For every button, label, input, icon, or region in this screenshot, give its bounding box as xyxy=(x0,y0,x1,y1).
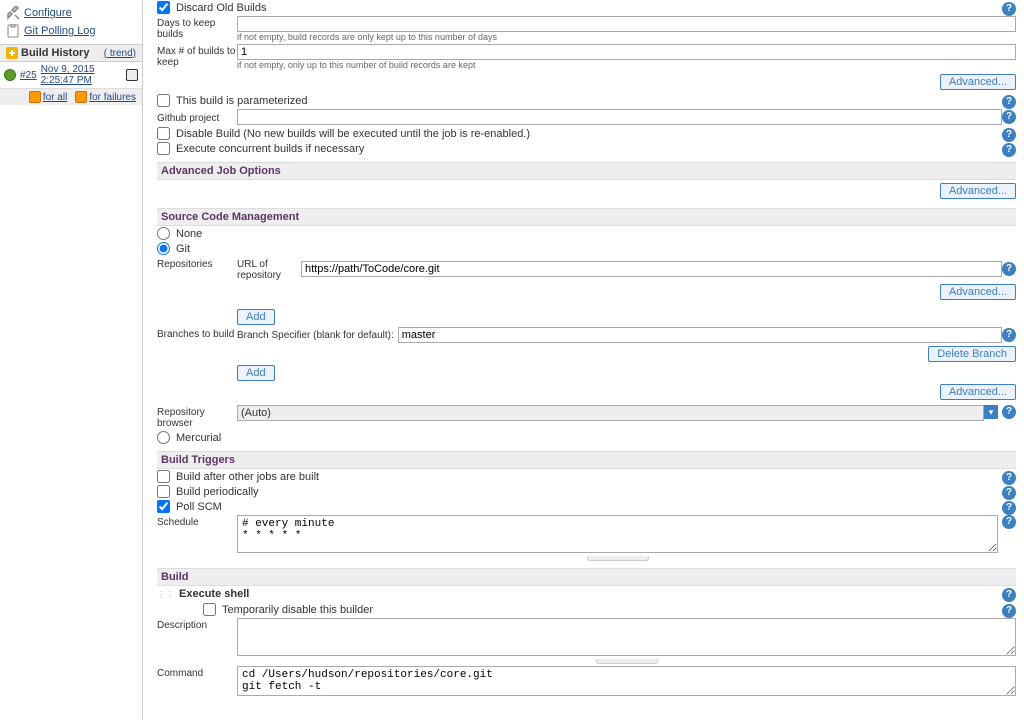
discard-old-builds-checkbox[interactable] xyxy=(157,1,170,14)
execute-shell-row: ⋮⋮ Execute shell ? xyxy=(157,586,1016,602)
nav-git-polling[interactable]: Git Polling Log xyxy=(0,22,142,40)
build-header: Build xyxy=(157,568,1016,586)
delete-branch-button[interactable]: Delete Branch xyxy=(928,346,1016,362)
rss-icon xyxy=(29,91,41,103)
resize-handle[interactable] xyxy=(596,659,658,664)
scm-mercurial-radio[interactable] xyxy=(157,431,170,444)
branch-specifier-input[interactable] xyxy=(398,327,1002,343)
help-icon[interactable]: ? xyxy=(1002,405,1016,419)
concurrent-row: Execute concurrent builds if necessary ? xyxy=(157,141,1016,156)
scm-git-row: Git xyxy=(157,241,1016,256)
rss-all-link[interactable]: for all xyxy=(43,92,67,103)
advanced-button[interactable]: Advanced... xyxy=(940,183,1016,199)
dropdown-button-icon[interactable]: ▾ xyxy=(984,405,998,419)
days-to-keep-input[interactable] xyxy=(237,16,1016,32)
parameterized-checkbox[interactable] xyxy=(157,94,170,107)
github-project-input[interactable] xyxy=(237,109,1002,125)
drag-handle-icon[interactable]: ⋮⋮ xyxy=(157,590,175,599)
concurrent-checkbox[interactable] xyxy=(157,142,170,155)
scm-mercurial-row: Mercurial xyxy=(157,430,1016,445)
scm-none-row: None xyxy=(157,226,1016,241)
build-history-header: Build History ( trend) xyxy=(0,44,142,62)
schedule-textarea[interactable] xyxy=(237,515,998,553)
help-icon[interactable]: ? xyxy=(1002,328,1016,342)
after-jobs-row: Build after other jobs are built ? xyxy=(157,469,1016,484)
repo-browser-row: Repository browser (Auto) ▾ ? xyxy=(157,404,1016,430)
advanced-job-header: Advanced Job Options xyxy=(157,162,1016,180)
build-status-ball xyxy=(4,69,16,81)
after-jobs-checkbox[interactable] xyxy=(157,470,170,483)
console-icon[interactable] xyxy=(126,69,138,81)
help-icon[interactable]: ? xyxy=(1002,515,1016,529)
plus-box-icon xyxy=(6,47,18,59)
description-row: Description xyxy=(157,617,1016,665)
build-time-link[interactable]: Nov 9, 2015 2:25:47 PM xyxy=(41,64,122,86)
help-icon[interactable]: ? xyxy=(1002,262,1016,276)
tools-icon xyxy=(6,6,20,20)
rss-row: for all for failures xyxy=(0,88,142,105)
temp-disable-row: Temporarily disable this builder ? xyxy=(157,602,1016,617)
configure-link[interactable]: Configure xyxy=(24,7,72,19)
parameterized-row: This build is parameterized ? xyxy=(157,93,1016,108)
help-icon[interactable]: ? xyxy=(1002,2,1016,16)
resize-handle[interactable] xyxy=(587,556,649,561)
repositories-row: Repositories URL of repository ? Advance… xyxy=(157,256,1016,326)
advanced-button[interactable]: Advanced... xyxy=(940,384,1016,400)
repo-url-input[interactable] xyxy=(301,261,1002,277)
help-icon[interactable]: ? xyxy=(1002,110,1016,124)
add-branch-button[interactable]: Add xyxy=(237,365,275,381)
days-to-keep-row: Days to keep builds if not empty, build … xyxy=(157,15,1016,43)
help-icon[interactable]: ? xyxy=(1002,501,1016,515)
periodically-row: Build periodically ? xyxy=(157,484,1016,499)
rss-fail-link[interactable]: for failures xyxy=(89,92,136,103)
command-textarea[interactable] xyxy=(237,666,1016,696)
rss-icon xyxy=(75,91,87,103)
help-icon[interactable]: ? xyxy=(1002,128,1016,142)
build-row: #25 Nov 9, 2015 2:25:47 PM xyxy=(0,62,142,88)
repo-browser-select[interactable]: (Auto) xyxy=(237,405,984,421)
main-content: Discard Old Builds ? Days to keep builds… xyxy=(143,0,1024,720)
scm-none-radio[interactable] xyxy=(157,227,170,240)
help-icon[interactable]: ? xyxy=(1002,486,1016,500)
scm-git-radio[interactable] xyxy=(157,242,170,255)
poll-scm-row: Poll SCM ? xyxy=(157,499,1016,514)
sidebar: Configure Git Polling Log Build History … xyxy=(0,0,143,720)
add-repo-button[interactable]: Add xyxy=(237,309,275,325)
trend-link[interactable]: ( trend) xyxy=(104,48,136,59)
clipboard-icon xyxy=(6,24,20,38)
help-icon[interactable]: ? xyxy=(1002,604,1016,618)
discard-old-builds-row: Discard Old Builds ? xyxy=(157,0,1016,15)
periodically-checkbox[interactable] xyxy=(157,485,170,498)
temp-disable-checkbox[interactable] xyxy=(203,603,216,616)
description-textarea[interactable] xyxy=(237,618,1016,656)
max-builds-input[interactable] xyxy=(237,44,1016,60)
git-polling-link[interactable]: Git Polling Log xyxy=(24,25,96,37)
scm-header: Source Code Management xyxy=(157,208,1016,226)
help-icon[interactable]: ? xyxy=(1002,95,1016,109)
max-builds-row: Max # of builds to keep if not empty, on… xyxy=(157,43,1016,71)
schedule-row: Schedule ? xyxy=(157,514,1016,562)
help-icon[interactable]: ? xyxy=(1002,143,1016,157)
disable-build-checkbox[interactable] xyxy=(157,127,170,140)
advanced-button[interactable]: Advanced... xyxy=(940,74,1016,90)
disable-build-row: Disable Build (No new builds will be exe… xyxy=(157,126,1016,141)
help-icon[interactable]: ? xyxy=(1002,588,1016,602)
command-row: Command xyxy=(157,665,1016,700)
build-number-link[interactable]: #25 xyxy=(20,70,37,81)
help-icon[interactable]: ? xyxy=(1002,471,1016,485)
github-project-row: Github project ? xyxy=(157,108,1016,126)
triggers-header: Build Triggers xyxy=(157,451,1016,469)
advanced-button[interactable]: Advanced... xyxy=(940,284,1016,300)
poll-scm-checkbox[interactable] xyxy=(157,500,170,513)
branches-row: Branches to build Branch Specifier (blan… xyxy=(157,326,1016,404)
nav-configure[interactable]: Configure xyxy=(0,4,142,22)
